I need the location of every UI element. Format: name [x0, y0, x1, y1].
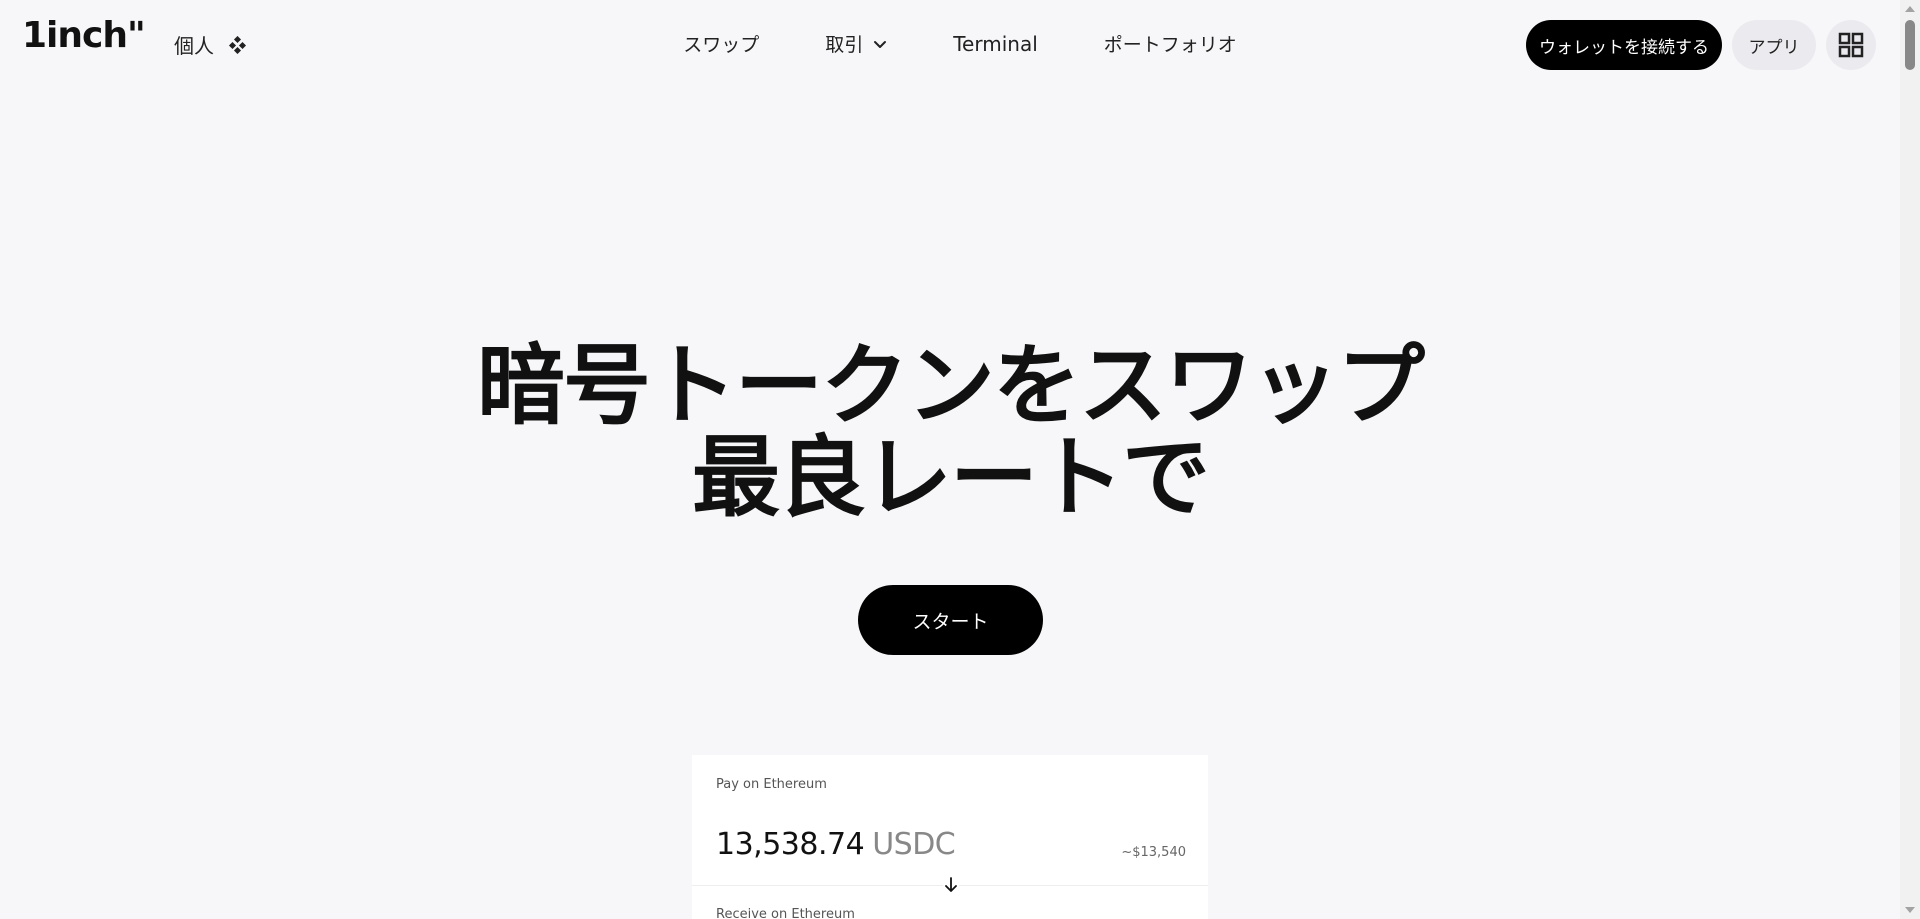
hero-section: 暗号トークンをスワップ 最良レートで — [0, 340, 1900, 524]
apps-grid-button[interactable] — [1826, 20, 1876, 70]
app-button[interactable]: アプリ — [1732, 20, 1816, 70]
scroll-up-icon[interactable] — [1905, 6, 1915, 12]
receive-label: Receive on Ethereum — [716, 907, 855, 919]
mode-label: 個人 — [174, 34, 214, 58]
nav-item-trade[interactable]: 取引 — [825, 30, 887, 57]
pay-amount-value: 13,538.74 — [716, 827, 865, 862]
chevron-down-icon — [874, 40, 887, 48]
pay-token: USDC — [872, 827, 956, 862]
scroll-thumb[interactable] — [1905, 20, 1915, 70]
pay-usd-value: ~$13,540 — [1121, 845, 1186, 860]
scrollbar[interactable] — [1900, 0, 1920, 919]
grid-icon — [1838, 32, 1864, 58]
swap-preview-card: Pay on Ethereum 13,538.74 USDC ~$13,540 R… — [692, 755, 1208, 919]
nav-item-terminal[interactable]: Terminal — [953, 32, 1038, 56]
nav-item-portfolio-label: ポートフォリオ — [1103, 34, 1237, 56]
connect-wallet-button[interactable]: ウォレットを接続する — [1526, 20, 1722, 70]
nav-item-swap[interactable]: スワップ — [683, 30, 759, 57]
nav-item-swap-label: スワップ — [683, 34, 760, 56]
top-header: 1inch" 個人 スワップ 取引 Terminal ポートフォリオ ウォレット… — [0, 0, 1900, 86]
pay-label: Pay on Ethereum — [716, 777, 827, 792]
pay-amount: 13,538.74 USDC — [716, 827, 956, 862]
logo[interactable]: 1inch" — [22, 18, 146, 54]
nav-item-portfolio[interactable]: ポートフォリオ — [1104, 30, 1237, 57]
nav-item-trade-label: 取引 — [825, 34, 864, 56]
nav-item-terminal-label: Terminal — [953, 31, 1038, 56]
scroll-down-icon[interactable] — [1905, 907, 1915, 913]
page: 1inch" 個人 スワップ 取引 Terminal ポートフォリオ ウォレット… — [0, 0, 1920, 919]
arrow-down-icon[interactable] — [943, 876, 959, 894]
diamond-dots-icon — [228, 35, 246, 54]
hero-title: 暗号トークンをスワップ 最良レートで — [0, 340, 1900, 524]
start-button[interactable]: スタート — [858, 585, 1043, 655]
hero-title-line2: 最良レートで — [691, 426, 1210, 529]
mode-switch[interactable]: 個人 — [174, 30, 246, 59]
hero-title-line1: 暗号トークンをスワップ — [476, 334, 1425, 437]
